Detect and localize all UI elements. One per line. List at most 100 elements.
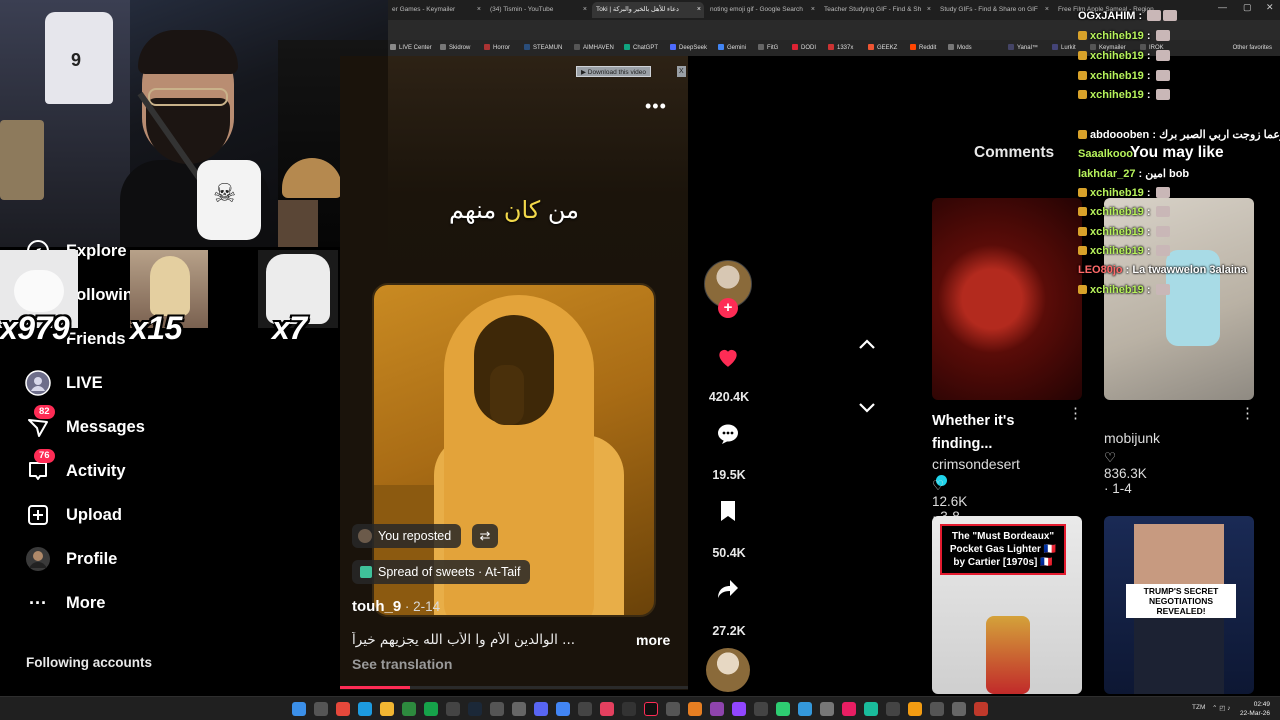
video-thumbnail[interactable]	[932, 198, 1082, 400]
more-options-icon[interactable]: ⋮	[1068, 404, 1083, 422]
browser-tab[interactable]: (34) Tismin - YouTube ×	[486, 2, 590, 18]
app-icon[interactable]	[710, 702, 724, 716]
browser-tab[interactable]: Study GIFs - Find & Share on GIF ×	[936, 2, 1052, 18]
video-thumbnail[interactable]: The "Must Bordeaux" Pocket Gas Lighter 🇫…	[932, 516, 1082, 694]
nav-messages[interactable]: 82 Messages	[24, 405, 145, 442]
edge-icon[interactable]	[358, 702, 372, 716]
language-indicator[interactable]: TZM	[1192, 704, 1205, 711]
start-icon[interactable]	[292, 702, 306, 716]
nav-activity[interactable]: 76 Activity	[24, 449, 126, 486]
bookmark[interactable]: Reddit	[910, 41, 936, 55]
video-progress-bar[interactable]	[340, 686, 688, 689]
search-icon[interactable]	[314, 702, 328, 716]
twitch-icon[interactable]	[732, 702, 746, 716]
browser-tab[interactable]: Teacher Studying GIF - Find & Sh ×	[820, 2, 934, 18]
video-author[interactable]: touh_9 · 2-14	[352, 598, 440, 615]
app-icon[interactable]	[446, 702, 460, 716]
app-icon[interactable]	[798, 702, 812, 716]
browser-tab-active[interactable]: Toki | دعاء للأهل بالخير والبركة ×	[592, 2, 704, 18]
app-icon[interactable]	[908, 702, 922, 716]
bookmark[interactable]: Skidrow	[440, 41, 470, 55]
nav-more[interactable]: ··· More	[24, 588, 105, 618]
download-close-button[interactable]: X	[677, 66, 686, 77]
location-tag[interactable]: Spread of sweets · At-Taif	[352, 560, 531, 584]
close-icon[interactable]: ×	[1045, 2, 1049, 18]
nav-live[interactable]: LIVE	[24, 368, 103, 398]
discord-icon[interactable]	[534, 702, 548, 716]
bookmark[interactable]: Gemini	[718, 41, 746, 55]
app-icon[interactable]	[622, 702, 636, 716]
app-icon[interactable]	[930, 702, 944, 716]
close-icon[interactable]: ×	[697, 2, 701, 18]
bookmark[interactable]: Mods	[948, 41, 972, 55]
bookmark[interactable]: GEEKZ	[868, 41, 897, 55]
nav-upload[interactable]: Upload	[24, 500, 122, 530]
bookmark-label: GEEKZ	[877, 45, 898, 51]
nav-profile[interactable]: Profile	[24, 544, 117, 574]
close-icon[interactable]: ×	[811, 2, 815, 18]
more-options-icon[interactable]: •••	[645, 96, 667, 117]
glasses	[148, 88, 228, 106]
xbox-icon[interactable]	[424, 702, 438, 716]
bookmark[interactable]: STEAMUN	[524, 41, 562, 55]
bookmark[interactable]: DeepSeek	[670, 41, 707, 55]
app-icon[interactable]	[842, 702, 856, 716]
folder-icon[interactable]	[380, 702, 394, 716]
browser-tab[interactable]: er Games - Keymailer ×	[388, 2, 484, 18]
tray-icons[interactable]: ⌃ ◰ ♪	[1212, 704, 1230, 712]
bookmark[interactable]: 1337x	[828, 41, 853, 55]
bookmark[interactable]: LIVE Center	[390, 41, 432, 55]
bookmark-icon[interactable]	[714, 500, 742, 528]
app-icon[interactable]	[974, 702, 988, 716]
chevron-up-icon[interactable]	[854, 334, 880, 354]
bookmark[interactable]: ChatGPT	[624, 41, 658, 55]
bookmark[interactable]: Lurkit	[1052, 41, 1076, 55]
app-icon[interactable]	[336, 702, 350, 716]
comment-icon[interactable]	[714, 422, 742, 450]
app-icon[interactable]	[776, 702, 790, 716]
location-icon	[360, 566, 372, 578]
app-icon[interactable]	[952, 702, 966, 716]
system-clock[interactable]: 02:49 22-Mar-26	[1240, 700, 1270, 718]
close-icon[interactable]: ×	[927, 2, 931, 18]
emote-icon	[1155, 245, 1170, 256]
browser-tab[interactable]: noting emoji gif - Google Search ×	[706, 2, 818, 18]
app-icon[interactable]	[578, 702, 592, 716]
app-icon[interactable]	[820, 702, 834, 716]
app-icon[interactable]	[754, 702, 768, 716]
steam-icon[interactable]	[468, 702, 482, 716]
app-icon[interactable]	[886, 702, 900, 716]
see-translation-link[interactable]: See translation	[352, 656, 452, 672]
tiktok-icon[interactable]	[644, 702, 658, 716]
app-icon[interactable]	[688, 702, 702, 716]
tab-comments[interactable]: Comments	[974, 144, 1054, 162]
more-options-icon[interactable]: ⋮	[1240, 404, 1255, 422]
chevron-down-icon[interactable]	[854, 398, 880, 418]
bookmark[interactable]: FitG	[758, 41, 778, 55]
bookmark[interactable]: AIMHAVEN	[574, 41, 614, 55]
repost-icon[interactable]: ⇄	[472, 524, 498, 548]
reposted-badge[interactable]: You reposted	[352, 524, 462, 548]
bookmark[interactable]: Yanal™	[1008, 41, 1038, 55]
video-player[interactable]: ▶ Download this video X ••• من كان منهم …	[340, 56, 688, 690]
share-icon[interactable]	[714, 578, 742, 606]
next-creator-avatar[interactable]	[706, 648, 750, 692]
follow-button[interactable]: +	[718, 298, 738, 318]
chrome-icon[interactable]	[556, 702, 570, 716]
tab-label: noting emoji gif - Google Search	[710, 6, 803, 13]
download-video-button[interactable]: ▶ Download this video	[576, 66, 651, 77]
bookmark[interactable]: DODI	[792, 41, 816, 55]
app-icon[interactable]	[666, 702, 680, 716]
heart-icon[interactable]	[714, 344, 742, 372]
app-icon[interactable]	[864, 702, 878, 716]
more-link[interactable]: more	[636, 632, 670, 648]
close-icon[interactable]: ×	[477, 2, 481, 18]
video-thumbnail[interactable]: TRUMP'S SECRET NEGOTIATIONS REVEALED!	[1104, 516, 1254, 694]
app-icon[interactable]	[512, 702, 526, 716]
app-icon[interactable]	[600, 702, 614, 716]
bookmark[interactable]: Horror	[484, 41, 510, 55]
app-icon[interactable]	[402, 702, 416, 716]
card-creator[interactable]: mobijunk	[1104, 430, 1160, 446]
close-icon[interactable]: ×	[583, 2, 587, 18]
app-icon[interactable]	[490, 702, 504, 716]
